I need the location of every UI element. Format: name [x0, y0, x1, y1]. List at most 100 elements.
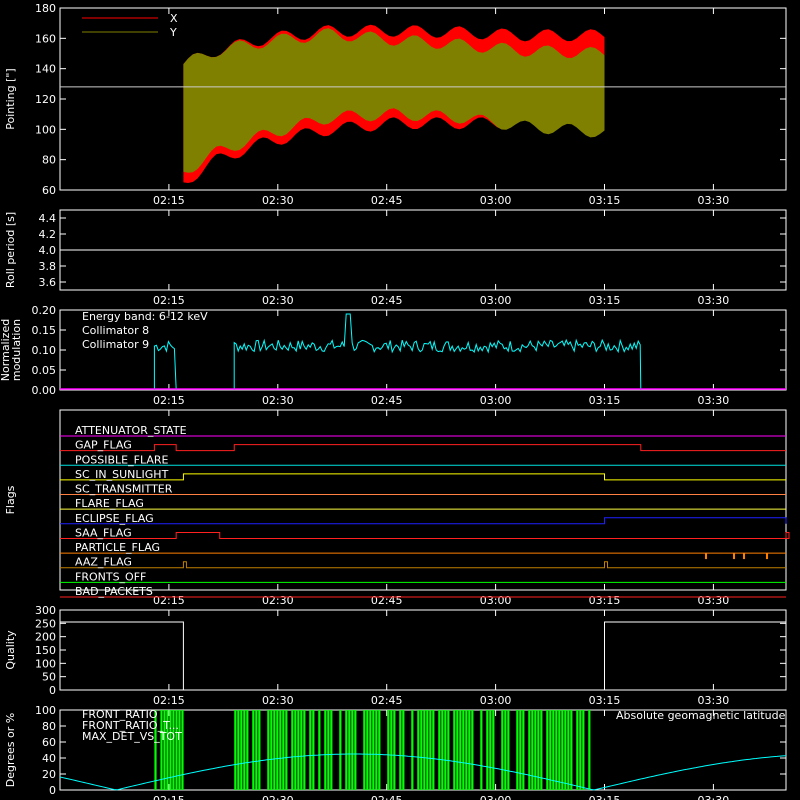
flag-label: SC_TRANSMITTER [75, 483, 173, 496]
front-ratio-bar [378, 710, 381, 790]
right-legend-label: Absolute geomagnetic latitude [616, 709, 786, 722]
front-ratio-bar [576, 710, 579, 790]
time-tick-label: 02:45 [371, 394, 403, 407]
front-ratio-bar [387, 710, 390, 790]
y-tick-label: 4.4 [39, 212, 57, 225]
flag-label: FLARE_FLAG [75, 497, 144, 510]
time-tick-label: 03:15 [589, 694, 621, 707]
front-ratio-bar [273, 710, 276, 790]
front-ratio-bar [258, 710, 261, 790]
front-ratio-bar [411, 710, 414, 790]
y-tick-label: 100 [35, 657, 56, 670]
legend-label: X [170, 12, 178, 25]
front-ratio-bar [339, 710, 342, 790]
front-ratio-bar [351, 710, 354, 790]
time-tick-label: 03:30 [698, 194, 730, 207]
time-tick-label: 02:15 [153, 794, 185, 800]
front-ratio-bar [348, 710, 351, 790]
y-tick-label: 0.10 [32, 344, 57, 357]
time-tick-label: 02:30 [262, 694, 294, 707]
time-tick-label: 03:15 [589, 594, 621, 607]
flag-label: PARTICLE_FLAG [75, 541, 160, 554]
front-ratio-bar [561, 710, 564, 790]
front-ratio-bar [582, 710, 585, 790]
y-axis-label: Quality [4, 630, 17, 670]
time-tick-label: 03:15 [589, 394, 621, 407]
time-tick-label: 03:15 [589, 194, 621, 207]
flag-label: SC_IN_SUNLIGHT [75, 468, 169, 481]
front-ratio-bar [417, 710, 420, 790]
y-tick-label: 0 [49, 784, 56, 797]
front-ratio-bar [468, 710, 471, 790]
time-tick-label: 03:00 [480, 194, 512, 207]
y-tick-label: 140 [35, 63, 56, 76]
y-tick-label: 160 [35, 32, 56, 45]
front-ratio-bar [537, 710, 540, 790]
front-ratio-bar [504, 710, 507, 790]
front-ratio-bar [507, 710, 510, 790]
y-tick-label: 0.15 [32, 324, 57, 337]
time-tick-label: 02:30 [262, 394, 294, 407]
y-tick-label: 4.2 [39, 228, 57, 241]
flag-label: SAA_FLAG [75, 526, 132, 539]
flag-label: FRONTS_OFF [75, 570, 146, 583]
front-ratio-bar [390, 710, 393, 790]
front-ratio-bar [369, 710, 372, 790]
y-tick-label: 80 [42, 154, 56, 167]
front-ratio-bar [297, 710, 300, 790]
rhessi-quicklook-figure: 02:15 02:30 02:45 03:00 03:15 03:30 Pointing [… [0, 0, 800, 800]
front-ratio-bar [519, 710, 522, 790]
time-tick-label: 03:15 [589, 294, 621, 307]
energy-band-annotation: Energy band: 6-12 keV [82, 310, 208, 323]
front-ratio-bar [181, 710, 184, 790]
front-ratio-bar [549, 710, 552, 790]
front-ratio-bar [564, 710, 567, 790]
time-tick-label: 02:45 [371, 794, 403, 800]
front-ratio-bar [567, 710, 570, 790]
front-ratio-bar [546, 710, 549, 790]
front-ratio-bar [393, 710, 396, 790]
y-tick-label: 80 [42, 720, 56, 733]
time-tick-label: 02:30 [262, 794, 294, 800]
time-tick-label: 02:30 [262, 194, 294, 207]
front-ratio-bar [486, 710, 489, 790]
front-ratio-bar [255, 710, 258, 790]
front-ratio-bar [456, 710, 459, 790]
front-ratio-bar [366, 710, 369, 790]
front-ratio-bar [279, 710, 282, 790]
front-ratio-bar [318, 710, 321, 790]
time-tick-label: 03:00 [480, 394, 512, 407]
y-tick-label: 180 [35, 2, 56, 15]
y-tick-label: 3.6 [39, 276, 57, 289]
front-ratio-bar [441, 710, 444, 790]
front-ratio-bar [432, 710, 435, 790]
y-tick-label: 4.0 [39, 244, 57, 257]
time-tick-label: 02:15 [153, 194, 185, 207]
time-tick-label: 02:30 [262, 594, 294, 607]
y-tick-label: 250 [35, 617, 56, 630]
time-tick-label: 02:45 [371, 194, 403, 207]
flag-label: POSSIBLE_FLARE [75, 453, 169, 466]
front-ratio-bar [558, 710, 561, 790]
y-tick-label: 0.05 [32, 364, 57, 377]
time-tick-label: 02:45 [371, 694, 403, 707]
front-ratio-bar [270, 710, 273, 790]
y-tick-label: 0.20 [32, 304, 57, 317]
front-ratio-bar [429, 710, 432, 790]
front-ratio-bar [579, 710, 582, 790]
y-tick-label: 40 [42, 752, 56, 765]
flag-label: ATTENUATOR_STATE [75, 424, 187, 437]
front-ratio-bar [303, 710, 306, 790]
legend-label: Collimator 9 [82, 338, 149, 351]
front-ratio-bar [354, 710, 357, 790]
front-ratio-bar [399, 710, 402, 790]
front-ratio-bar [312, 710, 315, 790]
time-tick-label: 02:15 [153, 394, 185, 407]
front-ratio-bar [516, 710, 519, 790]
front-ratio-bar [480, 710, 483, 790]
front-ratio-bar [555, 710, 558, 790]
front-ratio-bar [363, 710, 366, 790]
time-tick-label: 03:30 [698, 594, 730, 607]
front-ratio-bar [522, 710, 525, 790]
y-tick-label: 60 [42, 184, 56, 197]
